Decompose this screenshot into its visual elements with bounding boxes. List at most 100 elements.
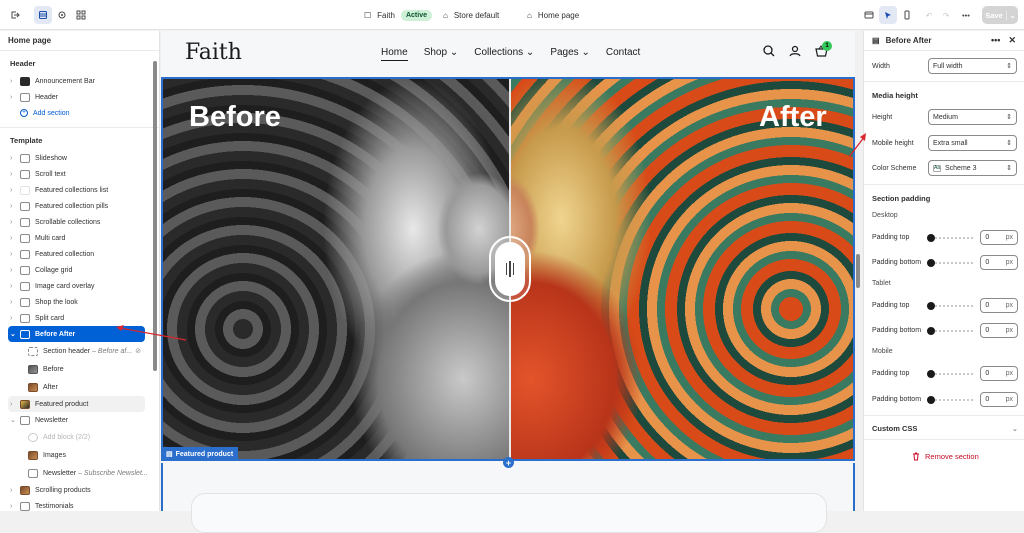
chevron-down-icon[interactable]: ⌄ xyxy=(1006,10,1018,20)
sidebar-item-collage-grid[interactable]: › Collage grid xyxy=(0,262,159,278)
inspector-icon[interactable] xyxy=(860,6,878,24)
add-section-plus-icon[interactable]: + xyxy=(503,457,514,468)
sidebar-item-multi-card[interactable]: › Multi card xyxy=(0,230,159,246)
block-newsletter[interactable]: Newsletter – Subscribe Newslet... xyxy=(0,464,159,482)
slider-knob[interactable] xyxy=(927,233,936,242)
chevron-right-icon[interactable]: › xyxy=(10,187,20,194)
chevron-right-icon[interactable]: › xyxy=(10,171,20,178)
slider-knob[interactable] xyxy=(927,258,936,267)
chevron-right-icon[interactable]: › xyxy=(10,401,20,408)
slider-knob[interactable] xyxy=(927,301,936,310)
remove-section-button[interactable]: Remove section xyxy=(912,452,979,461)
block-before[interactable]: Before xyxy=(0,360,159,378)
width-select[interactable]: Full width ⇕ xyxy=(928,58,1017,74)
comparison-slider-handle[interactable] xyxy=(489,236,531,302)
chevron-down-icon[interactable]: ⌄ xyxy=(10,416,20,424)
store-default-selector[interactable]: ⌂ Store default xyxy=(443,6,499,24)
theme-selector[interactable]: ☐ Faith Active xyxy=(364,6,432,24)
nav-contact[interactable]: Contact xyxy=(606,47,640,61)
redo-icon[interactable]: ↷ xyxy=(937,6,955,24)
chevron-right-icon[interactable]: › xyxy=(10,155,20,162)
mobile-preview-icon[interactable] xyxy=(898,6,916,24)
featured-product-tag[interactable]: ▤ Featured product xyxy=(161,447,239,461)
featured-product-section[interactable] xyxy=(161,463,855,533)
sidebar-item-announcement-bar[interactable]: › Announcement Bar xyxy=(0,73,159,89)
chevron-right-icon[interactable]: › xyxy=(10,503,20,510)
sidebar-item-featured-collection-pills[interactable]: › Featured collection pills xyxy=(0,198,159,214)
slider-knob[interactable] xyxy=(927,369,936,378)
apps-icon[interactable] xyxy=(72,6,90,24)
before-after-section[interactable]: Before After xyxy=(161,77,855,461)
nav-collections[interactable]: Collections ⌄ xyxy=(474,47,534,61)
sidebar-item-scroll-text[interactable]: › Scroll text xyxy=(0,166,159,182)
chevron-right-icon[interactable]: › xyxy=(10,267,20,274)
sidebar-scrollbar[interactable] xyxy=(153,61,157,371)
exit-icon[interactable] xyxy=(6,6,24,24)
search-icon[interactable] xyxy=(763,45,775,57)
sidebar-item-featured-collections-list[interactable]: › Featured collections list xyxy=(0,182,159,198)
sidebar-item-split-card[interactable]: › Split card xyxy=(0,310,159,326)
sidebar-item-testimonials[interactable]: › Testimonials xyxy=(0,498,159,511)
nav-home[interactable]: Home xyxy=(381,47,408,61)
save-button[interactable]: Save ⌄ xyxy=(982,6,1018,24)
padding-slider[interactable] xyxy=(927,301,976,310)
block-images[interactable]: Images xyxy=(0,446,159,464)
sidebar-item-image-card-overlay[interactable]: › Image card overlay xyxy=(0,278,159,294)
chevron-right-icon[interactable]: › xyxy=(10,235,20,242)
sidebar-item-shop-the-look[interactable]: › Shop the look xyxy=(0,294,159,310)
padding-input[interactable]: 0 px xyxy=(980,255,1018,270)
sidebar-item-newsletter[interactable]: ⌄ Newsletter xyxy=(0,412,159,428)
padding-input[interactable]: 0 px xyxy=(980,298,1018,313)
more-icon[interactable]: ••• xyxy=(991,35,1000,46)
sidebar-item-featured-collection[interactable]: › Featured collection xyxy=(0,246,159,262)
chevron-right-icon[interactable]: › xyxy=(10,94,20,101)
eye-off-icon[interactable]: ⊘ xyxy=(135,347,141,355)
page-selector[interactable]: ⌂ Home page xyxy=(527,6,579,24)
sidebar-item-header[interactable]: › Header xyxy=(0,89,159,105)
padding-input[interactable]: 0 px xyxy=(980,230,1018,245)
add-block-button[interactable]: Add block (2/2) xyxy=(0,428,159,446)
block-section-header[interactable]: Section header – Before af... ⊘ xyxy=(0,342,159,360)
sections-icon[interactable] xyxy=(34,6,52,24)
padding-slider[interactable] xyxy=(927,326,976,335)
custom-css-toggle[interactable]: Custom CSS ⌄ xyxy=(872,424,1018,433)
mobile-height-select[interactable]: Extra small ⇕ xyxy=(928,135,1017,151)
chevron-right-icon[interactable]: › xyxy=(10,203,20,210)
height-select[interactable]: Medium ⇕ xyxy=(928,109,1017,125)
account-icon[interactable] xyxy=(789,45,801,57)
slider-knob[interactable] xyxy=(927,326,936,335)
padding-slider[interactable] xyxy=(927,369,976,378)
padding-input[interactable]: 0 px xyxy=(980,323,1018,338)
sidebar-item-before-after[interactable]: ⌄ Before After xyxy=(8,326,145,342)
chevron-right-icon[interactable]: › xyxy=(10,283,20,290)
padding-input[interactable]: 0 px xyxy=(980,392,1018,407)
chevron-right-icon[interactable]: › xyxy=(10,78,20,85)
undo-icon[interactable]: ↶ xyxy=(920,6,938,24)
add-section-button[interactable]: + Add section xyxy=(0,105,159,121)
sidebar-item-scrolling-products[interactable]: › Scrolling products xyxy=(0,482,159,498)
padding-slider[interactable] xyxy=(927,233,976,242)
nav-shop[interactable]: Shop ⌄ xyxy=(424,47,459,61)
sidebar-item-featured-product[interactable]: › Featured product xyxy=(8,396,145,412)
gear-icon[interactable] xyxy=(53,6,71,24)
chevron-right-icon[interactable]: › xyxy=(10,251,20,258)
padding-slider[interactable] xyxy=(927,258,976,267)
close-icon[interactable]: ✕ xyxy=(1008,35,1016,46)
chevron-right-icon[interactable]: › xyxy=(10,315,20,322)
select-cursor-icon[interactable] xyxy=(879,6,897,24)
more-icon[interactable]: ••• xyxy=(957,6,975,24)
chevron-right-icon[interactable]: › xyxy=(10,299,20,306)
slider-knob[interactable] xyxy=(927,395,936,404)
store-logo[interactable]: Faith xyxy=(185,40,242,65)
sidebar-item-slideshow[interactable]: › Slideshow xyxy=(0,150,159,166)
nav-pages[interactable]: Pages ⌄ xyxy=(550,47,590,61)
canvas-scrollbar[interactable] xyxy=(856,254,860,288)
padding-slider[interactable] xyxy=(927,395,976,404)
sidebar-item-scrollable-collections[interactable]: › Scrollable collections xyxy=(0,214,159,230)
chevron-down-icon[interactable]: ⌄ xyxy=(10,330,20,338)
block-after[interactable]: After xyxy=(0,378,159,396)
color-scheme-select[interactable]: Aa Scheme 3 ⇕ xyxy=(928,160,1017,176)
chevron-right-icon[interactable]: › xyxy=(10,487,20,494)
padding-input[interactable]: 0 px xyxy=(980,366,1018,381)
chevron-right-icon[interactable]: › xyxy=(10,219,20,226)
